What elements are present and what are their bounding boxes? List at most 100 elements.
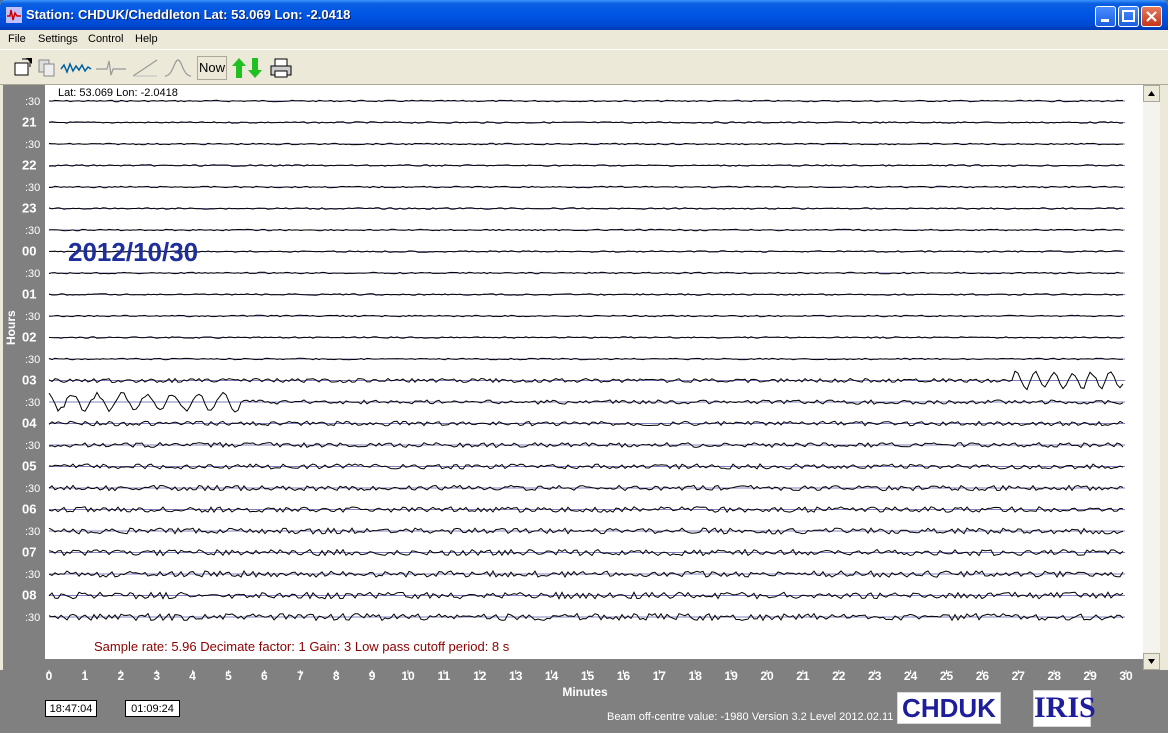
chevron-up-icon [1148,91,1155,96]
x-tick-label: 12 [473,670,487,683]
y-axis-label: Hours [4,310,18,345]
coords-text: Lat: 53.069 Lon: -2.0418 [58,87,178,99]
window-title: Station: CHDUK/Cheddleton Lat: 53.069 Lo… [26,7,351,22]
x-axis-label: Minutes [562,685,608,699]
row-label: 22 [22,158,36,173]
scroll-down-button[interactable] [1143,653,1160,670]
menu-control[interactable]: Control [88,33,123,45]
scroll-up-button[interactable] [1143,85,1160,102]
x-tick-label: 5 [225,670,232,683]
x-tick-label: 0 [46,670,53,683]
seismograph-app-icon [6,7,22,23]
minimize-button[interactable] [1095,6,1116,27]
print-icon [270,58,292,78]
scroll-up-down-button[interactable] [229,56,265,80]
x-tick-label: 6 [261,670,268,683]
maximize-icon [1122,10,1135,22]
row-label: 08 [22,588,36,603]
x-tick-label: 24 [904,670,918,683]
seismic-trace [48,121,1124,124]
toolbar: Now [0,49,1168,85]
print-button[interactable] [268,56,294,80]
row-label: 07 [22,545,36,560]
x-tick-label: 23 [868,670,882,683]
row-label: :30 [25,225,40,237]
title-bar[interactable]: Station: CHDUK/Cheddleton Lat: 53.069 Lo… [0,0,1168,30]
pulse-button[interactable] [162,56,194,80]
row-label: :30 [25,139,40,151]
menu-settings[interactable]: Settings [38,33,78,45]
seismic-trace [48,293,1124,296]
row-label: 05 [22,459,36,474]
x-tick-label: 11 [438,670,451,683]
now-button[interactable]: Now [197,56,227,80]
x-tick-label: 13 [509,670,523,683]
app-window: Station: CHDUK/Cheddleton Lat: 53.069 Lo… [0,0,1168,733]
info-text: Sample rate: 5.96 Decimate factor: 1 Gai… [94,639,510,654]
station-logo: CHDUK [897,692,1001,724]
row-label: :30 [25,440,40,452]
x-tick-label: 4 [189,670,196,683]
row-label: 03 [22,373,36,388]
x-tick-label: 15 [581,670,595,683]
close-button[interactable] [1141,6,1162,27]
slope-button[interactable] [129,56,161,80]
row-label: 21 [22,115,36,130]
seismic-trace [48,207,1123,210]
beam-status-text: Beam off-centre value: -1980 Version 3.2… [607,711,894,723]
x-tick-label: 26 [976,670,990,683]
seismogram-panel: :30 21:30 22:30 23:30 00:30 01:30 02:30 03:30 04… [3,85,1143,670]
x-tick-label: 16 [617,670,631,683]
seismogram-chart: :30 21:30 22:30 23:30 00:30 01:30 02:30 03:30 04… [3,85,1143,670]
pulse-icon [164,59,192,77]
chevron-down-icon [1148,659,1155,664]
x-tick-label: 1 [82,670,89,683]
row-label: 06 [22,502,36,517]
x-tick-label: 22 [832,670,846,683]
seismic-trace [48,314,1124,318]
menu-help[interactable]: Help [135,33,158,45]
x-tick-label: 18 [689,670,703,683]
x-tick-label: 9 [369,670,376,683]
x-tick-label: 25 [940,670,954,683]
row-label: :30 [25,612,40,624]
row-label: :30 [25,96,40,108]
up-down-arrows-icon [232,58,262,78]
vertical-scrollbar[interactable] [1143,85,1160,670]
copy-icon [38,59,55,77]
x-tick-label: 10 [401,670,415,683]
open-file-icon [14,58,32,76]
seismic-trace [48,569,1124,578]
open-file-button[interactable] [11,56,35,80]
row-label: :30 [25,526,40,538]
row-label: 01 [22,287,36,302]
waveform-button[interactable] [59,56,93,80]
menu-file[interactable]: File [8,33,26,45]
menu-bar: File Settings Control Help [0,30,1168,49]
x-tick-label: 7 [297,670,304,683]
row-label: :30 [25,569,40,581]
iris-logo: IRIS [1033,690,1096,727]
x-tick-label: 29 [1083,670,1097,683]
row-label: :30 [25,268,40,280]
filter-icon [96,60,126,76]
row-label: 23 [22,201,36,216]
maximize-button[interactable] [1118,6,1139,27]
row-label: :30 [25,311,40,323]
x-tick-label: 8 [333,670,340,683]
x-tick-label: 21 [796,670,810,683]
row-label: 02 [22,330,36,345]
time-display-2: 01:09:24 [125,700,180,717]
x-tick-label: 14 [545,670,559,683]
slope-icon [132,59,158,77]
row-label: 04 [22,416,37,431]
close-icon [1146,11,1157,22]
minimize-icon [1101,19,1109,22]
x-tick-label: 3 [153,670,160,683]
x-tick-label: 2 [117,670,124,683]
row-label: :30 [25,182,40,194]
filter-button[interactable] [94,56,128,80]
copy-button[interactable] [35,56,59,80]
time-display-1: 18:47:04 [45,700,97,717]
row-label: :30 [25,483,40,495]
